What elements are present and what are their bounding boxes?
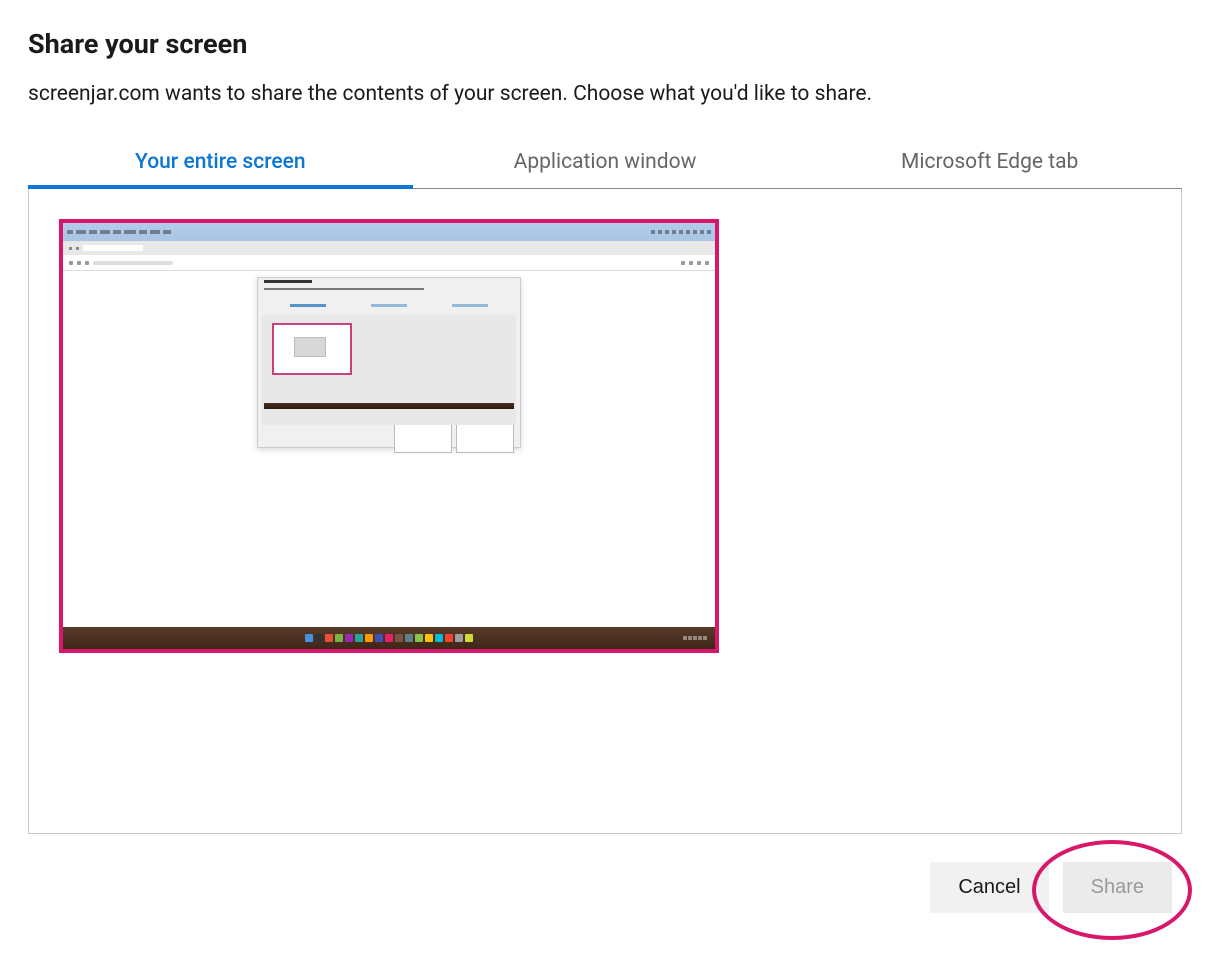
thumb-desktop-bar — [63, 627, 715, 649]
thumb-toolbar — [63, 255, 715, 271]
share-button[interactable]: Share — [1063, 862, 1172, 913]
dialog-subtitle: screenjar.com wants to share the content… — [28, 82, 1182, 106]
dialog-title: Share your screen — [28, 28, 1182, 60]
screen-thumbnail[interactable] — [59, 219, 719, 653]
tab-edge-tab[interactable]: Microsoft Edge tab — [797, 136, 1182, 188]
thumb-inner-dialog — [257, 277, 521, 448]
tab-application-window[interactable]: Application window — [413, 136, 798, 188]
cancel-button[interactable]: Cancel — [930, 862, 1048, 913]
content-panel — [28, 189, 1182, 834]
thumb-menubar — [63, 223, 715, 241]
tab-entire-screen[interactable]: Your entire screen — [28, 136, 413, 188]
dialog-footer: Cancel Share — [28, 862, 1182, 913]
thumb-tabstrip — [63, 241, 715, 255]
thumb-page — [63, 271, 715, 627]
tab-list: Your entire screen Application window Mi… — [28, 136, 1182, 189]
